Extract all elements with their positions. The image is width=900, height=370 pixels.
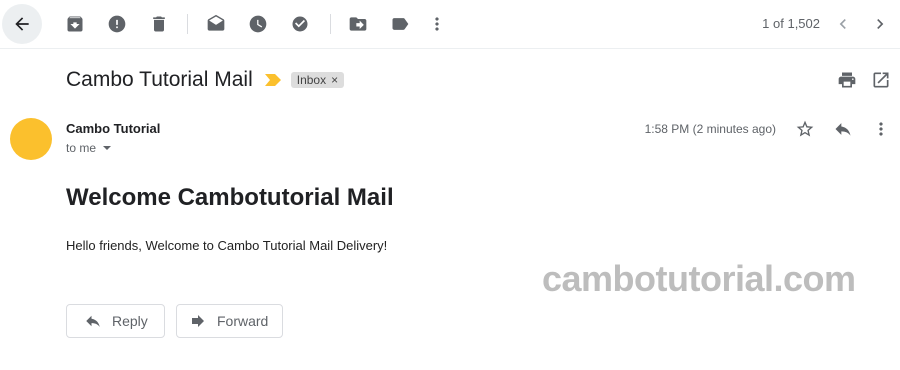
toolbar-separator: [187, 14, 188, 34]
snooze-icon[interactable]: [238, 4, 278, 44]
label-icon[interactable]: [380, 4, 420, 44]
forward-icon: [192, 315, 204, 327]
caret-down-icon: [103, 146, 112, 150]
reply-button[interactable]: Reply: [66, 304, 165, 338]
forward-button[interactable]: Forward: [176, 304, 283, 338]
print-icon[interactable]: [835, 68, 859, 92]
avatar[interactable]: [10, 118, 52, 160]
label-chip-inbox: Inbox ×: [290, 72, 345, 88]
report-spam-icon[interactable]: [97, 4, 137, 44]
chevron-right-icon[interactable]: [860, 4, 900, 44]
subject-row: Cambo Tutorial Mail Inbox ×: [66, 66, 345, 94]
sender-name: Cambo Tutorial: [66, 121, 161, 136]
importance-marker-icon[interactable]: [264, 74, 281, 86]
toolbar-separator: [330, 14, 331, 34]
reply-icon: [86, 315, 100, 327]
label-chip-text: Inbox: [296, 73, 327, 87]
star-icon[interactable]: [793, 117, 817, 141]
email-subject: Cambo Tutorial Mail: [66, 68, 253, 91]
add-to-tasks-icon[interactable]: [280, 4, 320, 44]
forward-button-label: Forward: [217, 313, 269, 329]
watermark: cambotutorial.com: [542, 258, 856, 299]
more-vert-icon[interactable]: [869, 117, 893, 141]
archive-icon[interactable]: [55, 4, 95, 44]
delete-icon[interactable]: [139, 4, 179, 44]
back-arrow-icon[interactable]: [2, 4, 42, 44]
message-body: Hello friends, Welcome to Cambo Tutorial…: [66, 238, 388, 253]
remove-label-icon[interactable]: ×: [331, 73, 338, 87]
more-vert-icon[interactable]: [417, 4, 457, 44]
toolbar: 1 of 1,502: [0, 0, 900, 49]
recipients-dropdown[interactable]: to me: [66, 141, 112, 155]
mark-unread-icon[interactable]: [196, 4, 236, 44]
reply-icon[interactable]: [831, 117, 855, 141]
message-heading: Welcome Cambotutorial Mail: [66, 184, 394, 211]
open-in-new-window-icon[interactable]: [869, 68, 893, 92]
move-to-icon[interactable]: [338, 4, 378, 44]
recipients-text: to me: [66, 141, 97, 155]
chevron-left-icon[interactable]: [823, 4, 863, 44]
reply-button-label: Reply: [112, 313, 148, 329]
message-counter: 1 of 1,502: [762, 16, 820, 31]
message-timestamp: 1:58 PM (2 minutes ago): [644, 122, 776, 136]
